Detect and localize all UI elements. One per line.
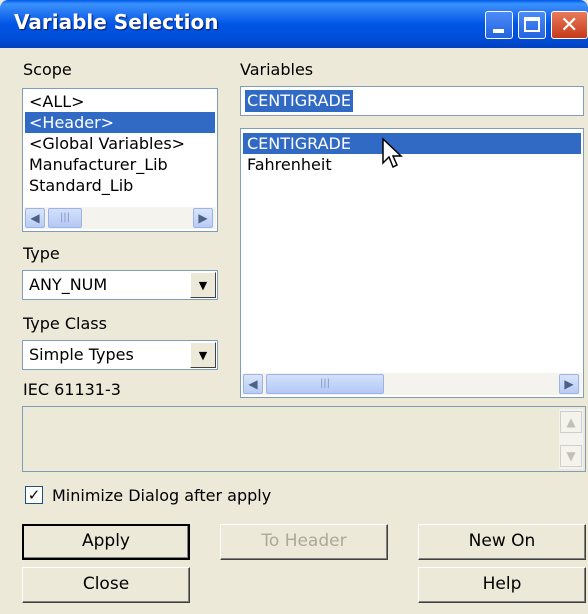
scope-list[interactable]: <ALL> <Header> <Global Variables> Manufa… — [22, 88, 218, 232]
scope-item-standard-lib[interactable]: Standard_Lib — [25, 175, 133, 196]
scope-label: Scope — [23, 60, 72, 79]
chevron-down-icon[interactable]: ▼ — [190, 272, 216, 298]
close-icon[interactable]: ✕ — [551, 11, 588, 39]
close-button[interactable]: Close — [22, 567, 190, 603]
scroll-right-icon[interactable]: ▶ — [193, 208, 213, 228]
to-header-button[interactable]: To Header — [220, 524, 388, 560]
standard-label: IEC 61131-3 — [23, 380, 121, 399]
type-select[interactable]: ANY_NUM ▼ — [22, 270, 218, 300]
variables-list[interactable]: CENTIGRADE Fahrenheit ◀ ||| ▶ — [240, 128, 584, 398]
variable-name-input[interactable]: CENTIGRADE — [240, 86, 584, 116]
minimize-dialog-checkbox[interactable]: ✓ — [25, 486, 43, 504]
variable-item-fahrenheit[interactable]: Fahrenheit — [243, 154, 332, 175]
scroll-down-icon[interactable]: ▼ — [560, 445, 582, 467]
scroll-left-icon[interactable]: ◀ — [243, 374, 263, 394]
scrollbar-thumb[interactable]: ||| — [266, 374, 384, 394]
new-on-button[interactable]: New On — [418, 524, 586, 560]
scope-horizontal-scrollbar[interactable]: ◀ ||| ▶ — [24, 207, 216, 229]
variable-item-centigrade[interactable]: CENTIGRADE — [243, 133, 581, 154]
scope-item-global-variables[interactable]: <Global Variables> — [25, 133, 185, 154]
help-button[interactable]: Help — [418, 567, 586, 603]
minimize-dialog-label: Minimize Dialog after apply — [52, 486, 272, 505]
apply-button[interactable]: Apply — [22, 524, 190, 560]
scroll-left-icon[interactable]: ◀ — [25, 208, 45, 228]
minimize-icon[interactable] — [485, 11, 513, 39]
variable-selection-dialog: Variable Selection ✕ Scope <ALL> <Header… — [0, 0, 588, 614]
variables-label: Variables — [240, 60, 314, 79]
scroll-right-icon[interactable]: ▶ — [559, 374, 579, 394]
scope-item-manufacturer-lib[interactable]: Manufacturer_Lib — [25, 154, 168, 175]
type-class-label: Type Class — [23, 314, 107, 333]
variable-name-value: CENTIGRADE — [245, 90, 353, 112]
window-title: Variable Selection — [14, 10, 219, 34]
scope-item-header[interactable]: <Header> — [25, 112, 215, 133]
variables-horizontal-scrollbar[interactable]: ◀ ||| ▶ — [242, 373, 582, 395]
chevron-down-icon[interactable]: ▼ — [190, 342, 216, 368]
type-class-select[interactable]: Simple Types ▼ — [22, 340, 218, 370]
description-vertical-scrollbar[interactable]: ▲ ▼ — [559, 409, 583, 469]
type-label: Type — [23, 244, 60, 263]
mouse-cursor-icon — [382, 137, 403, 169]
type-class-select-value: Simple Types — [29, 345, 134, 364]
scrollbar-thumb[interactable]: ||| — [48, 208, 82, 228]
maximize-icon[interactable] — [518, 11, 546, 39]
description-area: ▲ ▼ — [22, 406, 586, 472]
scope-item-all[interactable]: <ALL> — [25, 91, 85, 112]
scroll-up-icon[interactable]: ▲ — [560, 411, 582, 433]
type-select-value: ANY_NUM — [29, 275, 108, 294]
title-bar[interactable]: Variable Selection ✕ — [0, 0, 588, 48]
